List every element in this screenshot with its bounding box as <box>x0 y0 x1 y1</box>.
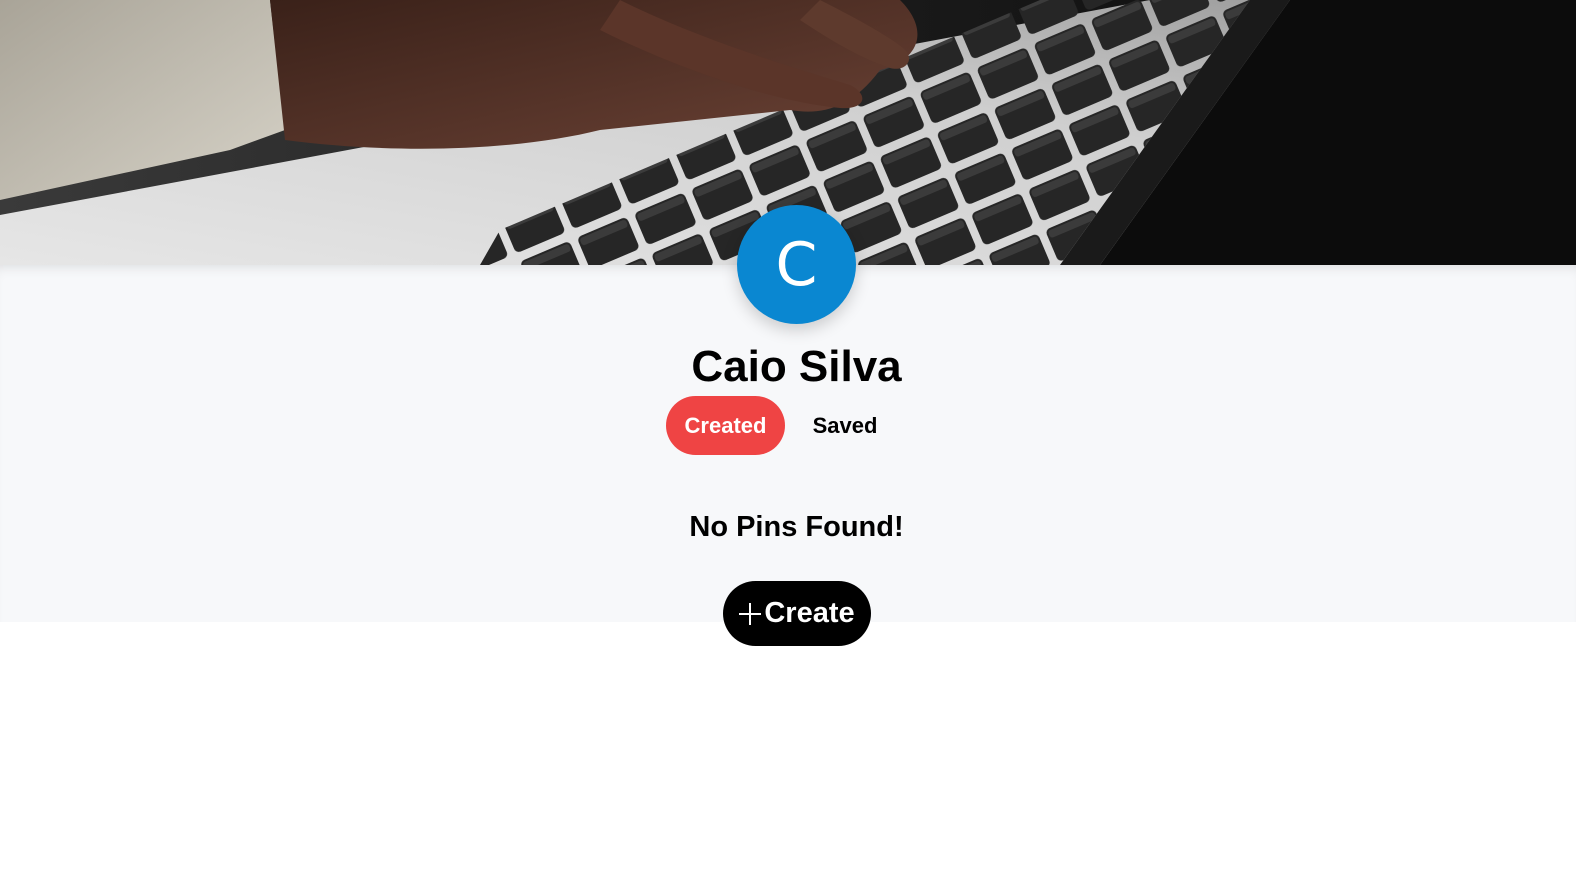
tab-saved[interactable]: Saved <box>791 396 899 455</box>
create-button[interactable]: Create <box>723 581 871 646</box>
profile-page: C Caio Silva Created Saved No Pins Found… <box>0 0 1576 891</box>
user-name: Caio Silva <box>691 342 902 391</box>
create-button-label: Create <box>764 597 855 629</box>
plus-icon <box>739 602 762 625</box>
tab-created-label: Created <box>684 412 767 438</box>
avatar: C <box>737 205 856 324</box>
tab-created[interactable]: Created <box>666 396 785 455</box>
tab-saved-label: Saved <box>812 412 878 438</box>
avatar-initial: C <box>775 229 818 300</box>
profile-tabs: Created Saved <box>666 396 899 455</box>
empty-state-message: No Pins Found! <box>689 511 904 543</box>
